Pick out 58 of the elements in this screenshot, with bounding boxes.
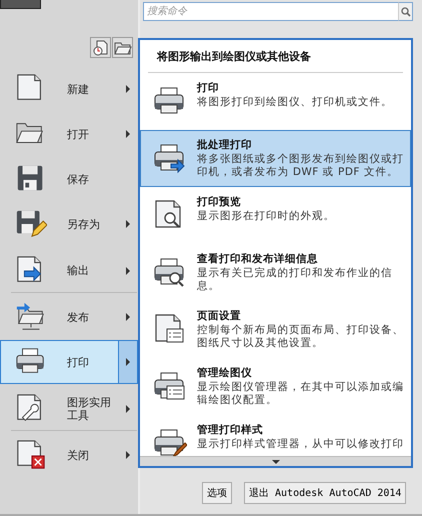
submenu-arrow-icon — [126, 130, 130, 138]
submenu-item[interactable]: 页面设置 控制每个新布局的页面布局、打印设备、图纸尺寸以及其他设置。 — [140, 301, 411, 358]
menu-item[interactable]: 打开 — [0, 112, 138, 156]
menu-label: 打开 — [66, 128, 90, 140]
search-field[interactable]: 搜索命令 — [143, 2, 399, 21]
menu-item[interactable]: 打印 — [0, 340, 138, 384]
item-title: 管理打印样式 — [197, 424, 264, 437]
submenu-title: 将图形输出到绘图仪或其他设备 — [148, 40, 403, 73]
menu-label: 关闭 — [66, 448, 90, 462]
search-icon — [400, 6, 410, 16]
submenu-item[interactable]: 批处理打印 将多张图纸或多个图形发布到绘图仪或打印机，或者发布为 DWF 或 PDF 文件。 — [140, 130, 411, 187]
options-button[interactable]: 选项 — [202, 482, 232, 504]
document-close-icon — [15, 439, 47, 471]
item-title: 打印 — [197, 82, 220, 95]
caret-icon — [272, 460, 280, 464]
item-title: 打印预览 — [197, 196, 242, 209]
exit-button[interactable]: 退出 Autodesk AutoCAD 2014 — [244, 482, 406, 504]
submenu-item[interactable]: 管理绘图仪 显示绘图仪管理器，在其中可以添加或编辑绘图仪配置。 — [140, 358, 411, 415]
item-description: 显示图形在打印时的外观。 — [197, 210, 336, 223]
menu-label: 发布 — [66, 310, 90, 324]
submenu-item[interactable]: 打印预览 显示图形在打印时的外观。 — [140, 187, 411, 244]
item-title: 批处理打印 — [197, 139, 253, 152]
item-title: 查看打印和发布详细信息 — [197, 253, 319, 266]
menu-item[interactable]: 关闭 — [0, 433, 138, 477]
item-description: 将多张图纸或多个图形发布到绘图仪或打印机，或者发布为 DWF 或 PDF 文件。 — [197, 153, 405, 179]
item-title: 页面设置 — [197, 310, 242, 323]
menu-label: 输出 — [66, 264, 90, 277]
item-description: 显示有关已完成的打印和发布作业的信息。 — [197, 267, 394, 293]
search-button[interactable] — [399, 2, 413, 21]
submenu-arrow-icon — [126, 266, 130, 274]
item-description: 显示打印样式管理器，从中可以修改打印 — [197, 438, 405, 451]
printer-arrow-icon — [153, 142, 187, 176]
menu-label: 保存 — [66, 172, 90, 186]
menu-label: 另存为 — [66, 218, 101, 230]
submenu-item[interactable]: 查看打印和发布详细信息 显示有关已完成的打印和发布作业的信息。 — [140, 244, 411, 301]
recent-documents-button[interactable] — [90, 37, 111, 58]
submenu-arrow-icon — [126, 358, 130, 366]
item-description: 控制每个新布局的页面布局、打印设备、图纸尺寸以及其他设置。 — [197, 324, 405, 350]
submenu-arrow-icon — [126, 313, 130, 321]
menu-label: 图形实用工具 — [66, 396, 112, 422]
floppy-disk-pencil-icon — [15, 208, 47, 240]
menu-label: 打印 — [66, 356, 90, 368]
submenu-arrow-icon — [126, 220, 130, 228]
submenu-arrow-icon — [126, 85, 130, 93]
menu-item[interactable]: 另存为 — [0, 202, 138, 246]
menu-item[interactable]: 发布 — [0, 295, 138, 339]
item-description: 将图形打印到绘图仪、打印机或文件。 — [197, 96, 394, 109]
open-documents-button[interactable] — [112, 37, 133, 58]
menu-item[interactable]: 保存 — [0, 157, 138, 201]
submenu-arrow-icon — [126, 404, 130, 412]
submenu-item[interactable]: 管理打印样式 显示打印样式管理器，从中可以修改打印 — [140, 415, 411, 456]
item-description: 显示绘图仪管理器，在其中可以添加或编辑绘图仪配置。 — [197, 381, 405, 407]
submenu-item[interactable]: 打印 将图形打印到绘图仪、打印机或文件。 — [140, 73, 411, 130]
printer-brush-icon — [153, 427, 187, 456]
item-title: 管理绘图仪 — [197, 367, 253, 380]
menu-label: 新建 — [66, 82, 90, 96]
menu-item[interactable]: 新建 — [0, 67, 138, 111]
submenu-arrow-icon — [126, 451, 130, 459]
